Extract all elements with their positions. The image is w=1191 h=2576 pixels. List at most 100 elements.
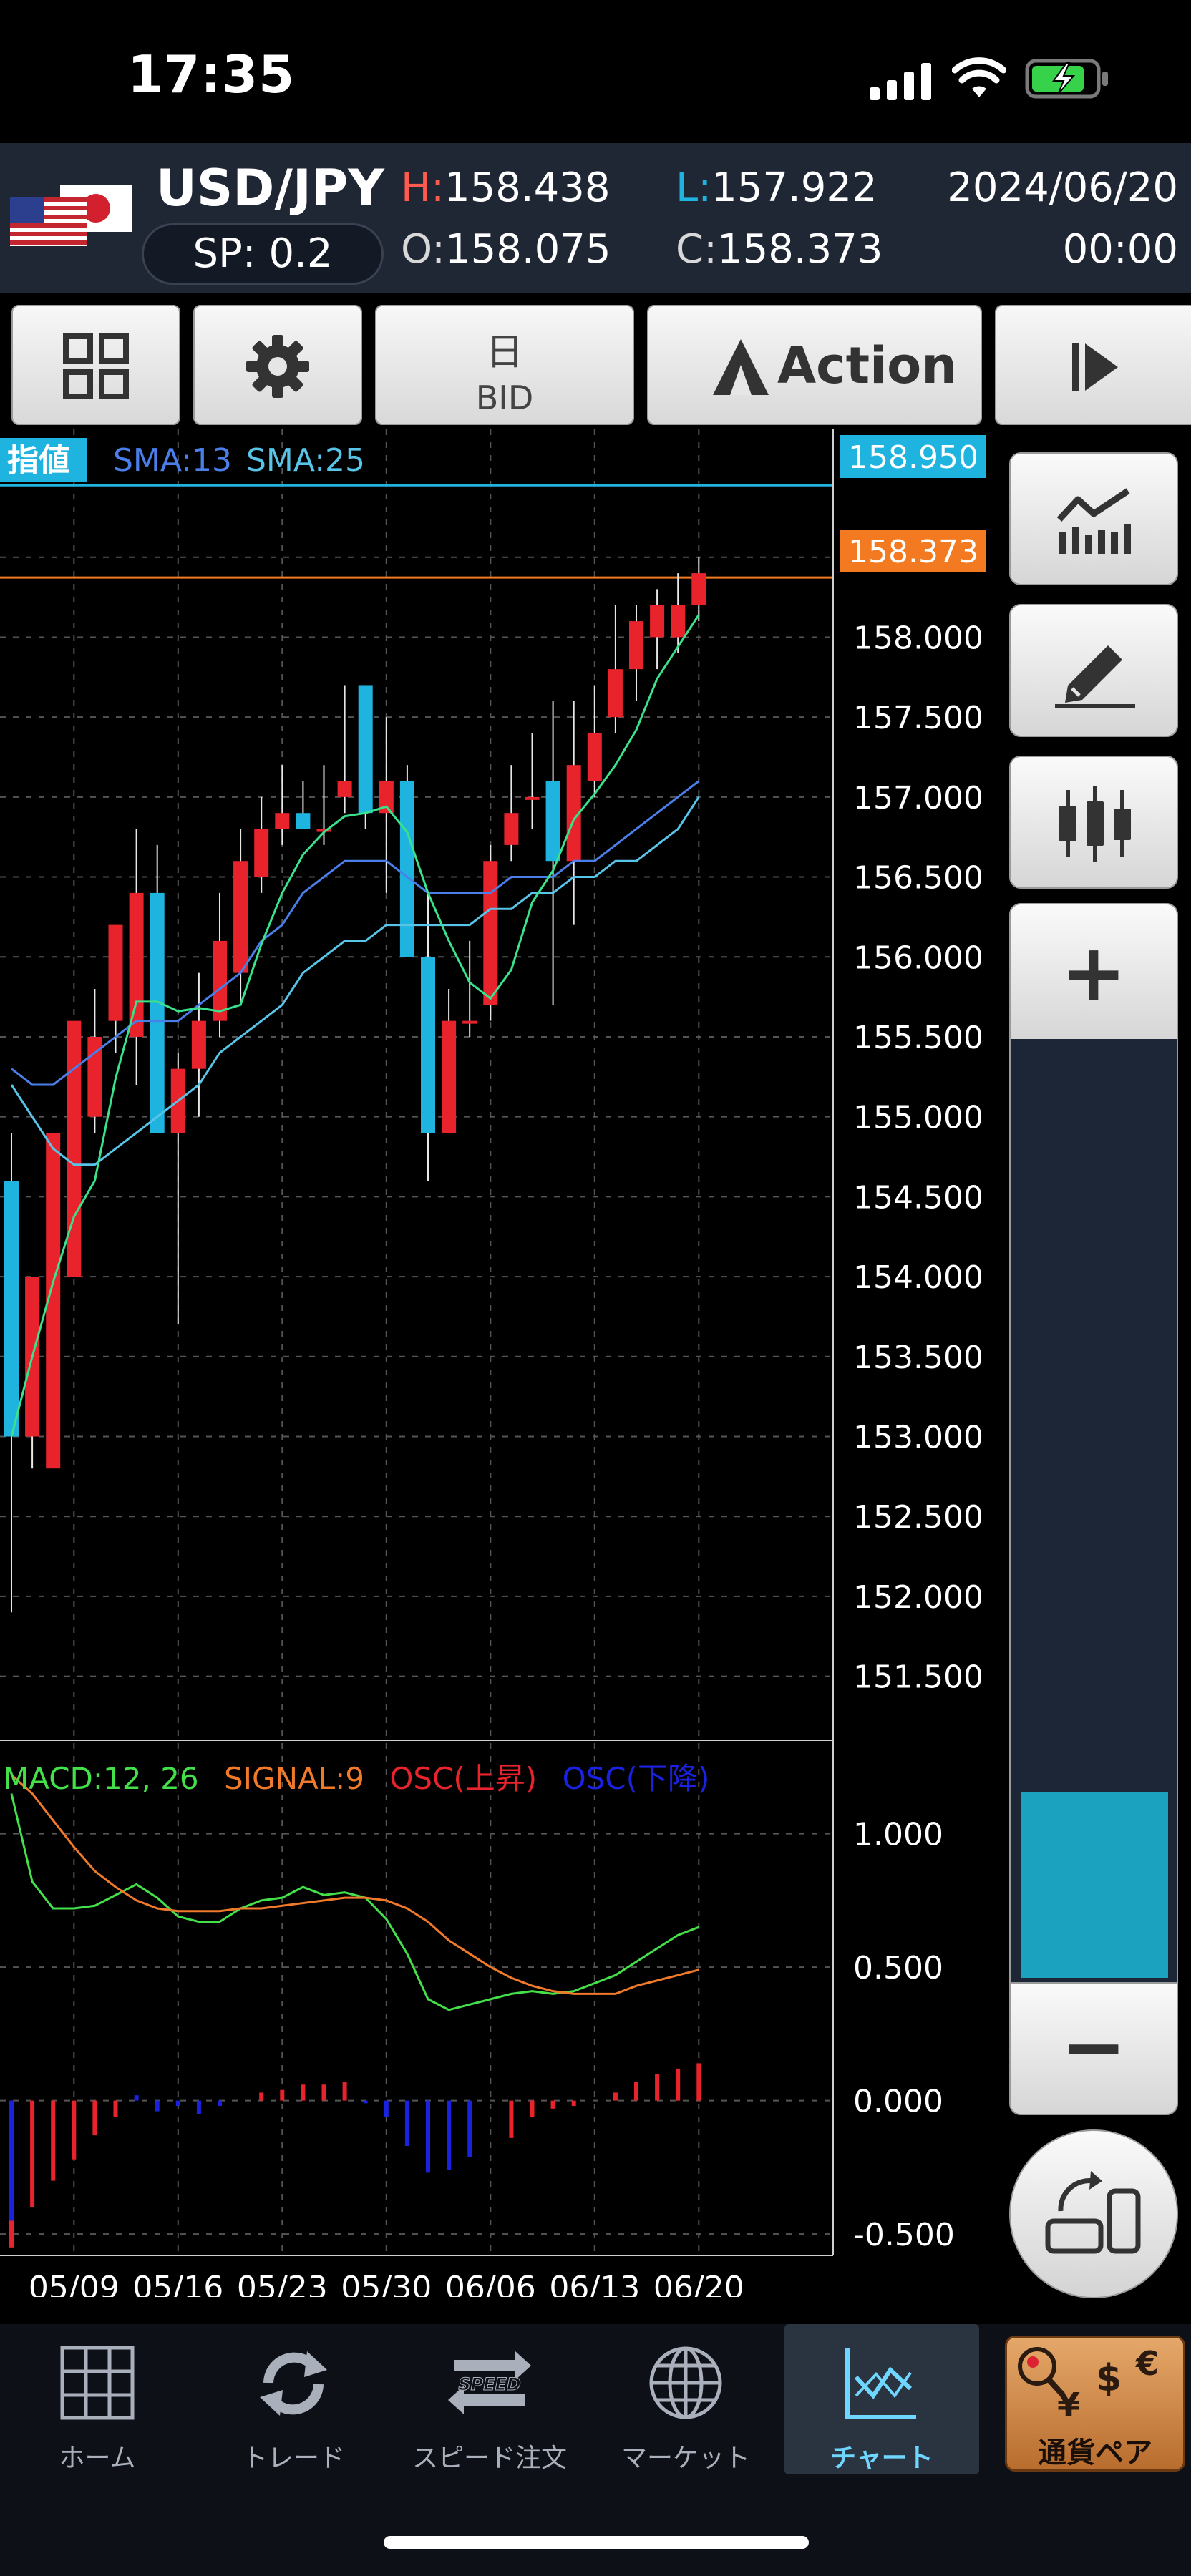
time-tick-label: 06/20 bbox=[653, 2270, 744, 2297]
price-tick-label: 151.500 bbox=[853, 1659, 983, 1696]
macd-plot bbox=[9, 1774, 701, 2248]
low-value: 157.922 bbox=[711, 165, 878, 211]
candle-body bbox=[129, 892, 144, 1037]
osc-down-bar bbox=[467, 2100, 472, 2157]
rotate-device-icon bbox=[1045, 2171, 1141, 2254]
tab-home[interactable]: ホーム bbox=[0, 2324, 195, 2474]
macd-tick-label: -0.500 bbox=[853, 2217, 955, 2253]
open-row: O:158.075 bbox=[401, 226, 611, 273]
period-button[interactable]: 日 BID bbox=[375, 305, 634, 425]
draw-tool-button[interactable] bbox=[1009, 604, 1178, 737]
macd-legend: MACD:12, 26 SIGNAL:9 OSC(上昇) OSC(下降) bbox=[3, 1761, 709, 1796]
osc-up-bar bbox=[259, 2092, 264, 2101]
time-tick-label: 05/30 bbox=[341, 2270, 432, 2297]
osc-up-bar bbox=[696, 2063, 701, 2101]
limit-price-text: 158.950 bbox=[848, 439, 978, 476]
tab-currency-pair-label: 通貨ペア bbox=[1038, 2436, 1152, 2469]
chart-area[interactable]: 158.000 157.500 157.000 156.500 156.000 155.5… bbox=[0, 429, 1002, 2297]
osc-up-bar bbox=[72, 2100, 77, 2160]
candle-body bbox=[337, 781, 352, 797]
osc-up-bar bbox=[280, 2089, 285, 2101]
macd-line bbox=[10, 1793, 699, 2011]
osc-down-bar bbox=[134, 2095, 139, 2101]
candle-body bbox=[629, 621, 643, 670]
price-tick-label: 154.000 bbox=[853, 1259, 983, 1296]
candle-body bbox=[233, 861, 248, 973]
macd-tick-label: 0.500 bbox=[853, 1950, 943, 1986]
osc-down-bar bbox=[196, 2100, 201, 2114]
candle-body bbox=[150, 892, 165, 1133]
indicator-button[interactable] bbox=[1009, 452, 1178, 585]
macd-legend-osc-up: OSC(上昇) bbox=[389, 1761, 537, 1796]
chart-axes: 158.000 157.500 157.000 156.500 156.000 155.5… bbox=[0, 429, 983, 2297]
signal-icon bbox=[870, 63, 931, 100]
osc-down-bar bbox=[447, 2100, 452, 2170]
osc-up-bar bbox=[342, 2082, 347, 2101]
zoom-out-button[interactable]: − bbox=[1009, 1982, 1178, 2115]
indicator-chart-icon bbox=[1056, 488, 1131, 554]
svg-text:$: $ bbox=[1096, 2357, 1122, 2400]
candle-body bbox=[545, 781, 560, 862]
osc-down-bar bbox=[404, 2100, 409, 2147]
zoom-slider-thumb[interactable] bbox=[1021, 1792, 1168, 1978]
candle-body bbox=[483, 861, 498, 1005]
candle-body bbox=[691, 573, 706, 605]
candlestick-icon bbox=[1059, 786, 1131, 862]
macd-legend-macd: MACD:12, 26 bbox=[3, 1761, 199, 1796]
zoom-slider[interactable] bbox=[1009, 1039, 1178, 1982]
candle-body bbox=[421, 957, 435, 1133]
high-label: H: bbox=[401, 165, 444, 211]
time-tick-label: 05/16 bbox=[132, 2270, 223, 2297]
tab-currency-pair[interactable]: $ ¥ € 通貨ペア bbox=[1005, 2336, 1185, 2472]
close-value: 158.373 bbox=[716, 226, 883, 273]
settings-button[interactable] bbox=[193, 305, 362, 425]
zoom-in-label: + bbox=[1060, 927, 1127, 1018]
chart-grid bbox=[0, 429, 833, 2255]
grid-icon bbox=[63, 333, 129, 399]
candle-body bbox=[525, 796, 540, 800]
rotate-screen-button[interactable] bbox=[1009, 2129, 1178, 2298]
zoom-in-button[interactable]: + bbox=[1009, 903, 1178, 1039]
macd-legend-osc-down: OSC(下降) bbox=[563, 1761, 710, 1796]
gear-icon bbox=[246, 335, 309, 398]
svg-text:¥: ¥ bbox=[1057, 2386, 1080, 2424]
current-price-text: 158.373 bbox=[848, 534, 978, 570]
play-button[interactable] bbox=[995, 305, 1191, 425]
candle-type-button[interactable] bbox=[1009, 756, 1178, 889]
low-label: L: bbox=[676, 165, 712, 211]
tab-chart[interactable]: チャート bbox=[784, 2324, 979, 2474]
osc-up-bar bbox=[550, 2100, 555, 2109]
layout-button[interactable] bbox=[11, 305, 180, 425]
tab-market[interactable]: マーケット bbox=[588, 2324, 783, 2474]
play-icon bbox=[1072, 343, 1118, 391]
open-value: 158.075 bbox=[444, 226, 611, 273]
osc-down-bar bbox=[155, 2100, 160, 2112]
price-tick-label: 155.500 bbox=[853, 1020, 983, 1056]
globe-icon bbox=[649, 2346, 722, 2419]
osc-up-bar bbox=[571, 2100, 576, 2107]
tab-trade-label: トレード bbox=[241, 2444, 345, 2473]
pencil-icon bbox=[1055, 645, 1135, 708]
tab-speed-order[interactable]: SPEED スピード注文 bbox=[392, 2324, 587, 2474]
osc-up-bar bbox=[92, 2100, 97, 2136]
action-button[interactable]: Action bbox=[647, 305, 982, 425]
price-type-label: BID bbox=[475, 379, 534, 417]
action-triangle-icon bbox=[713, 339, 769, 395]
price-tick-label: 156.000 bbox=[853, 940, 983, 976]
osc-up-bar bbox=[51, 2100, 56, 2181]
trade-arrows-icon bbox=[260, 2351, 327, 2416]
high-row: H:158.438 bbox=[401, 165, 611, 211]
currency-pair[interactable]: USD/JPY bbox=[156, 159, 384, 218]
tab-trade[interactable]: トレード bbox=[196, 2324, 391, 2474]
price-tick-label: 156.500 bbox=[853, 860, 983, 897]
spread-badge: SP: 0.2 bbox=[142, 223, 384, 285]
quote-date: 2024/06/20 bbox=[947, 165, 1178, 211]
candle-body bbox=[358, 685, 373, 814]
high-value: 158.438 bbox=[444, 165, 611, 211]
action-label: Action bbox=[777, 336, 958, 395]
quote-header: USD/JPY SP: 0.2 H:158.438 O:158.075 L:15… bbox=[0, 143, 1191, 293]
osc-down-bar bbox=[384, 2100, 389, 2117]
macd-tick-label: 0.000 bbox=[853, 2084, 943, 2120]
battery-icon bbox=[1025, 59, 1108, 99]
osc-down-bar bbox=[9, 2100, 14, 2221]
